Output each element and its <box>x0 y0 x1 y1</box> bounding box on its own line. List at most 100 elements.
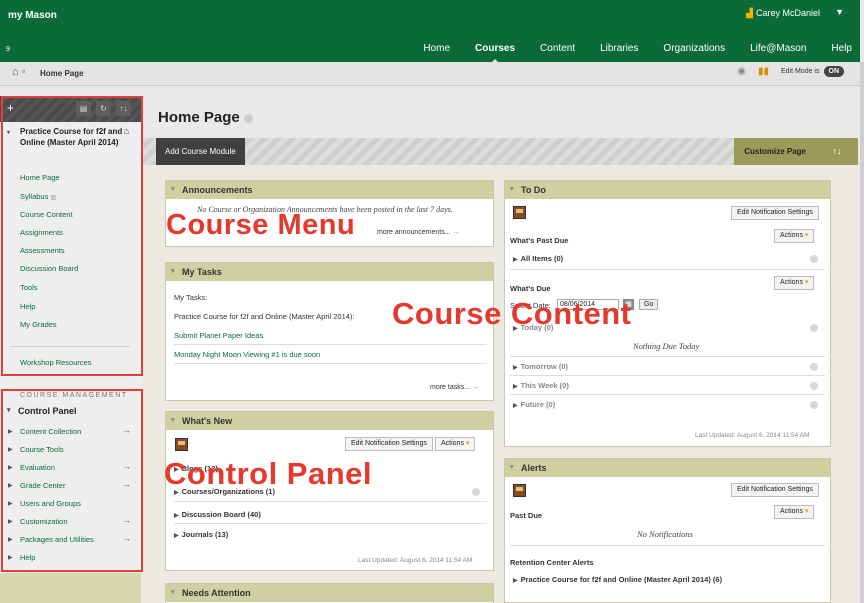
actions-button[interactable]: Actions ▾ <box>774 505 815 519</box>
more-tasks-label: more tasks... <box>430 384 471 391</box>
nav-courses[interactable]: Courses <box>475 43 515 64</box>
announcements-header[interactable]: Announcements <box>166 181 493 199</box>
avatar-icon <box>175 438 188 451</box>
options-circle-icon[interactable] <box>243 113 253 123</box>
divider <box>174 523 487 524</box>
divider <box>510 545 825 546</box>
divider <box>174 501 487 502</box>
home-icon[interactable]: ⌂ ◦ <box>12 66 26 78</box>
list-item[interactable]: ▶ Tomorrow (0) <box>513 362 568 371</box>
whats-due-heading: What's Due <box>510 284 551 293</box>
retention-heading: Retention Center Alerts <box>510 558 594 567</box>
list-item[interactable]: ▶ Discussion Board (40) <box>174 510 261 519</box>
divider <box>510 356 825 357</box>
add-course-module-button[interactable]: Add Course Module <box>156 138 245 165</box>
eye-icon[interactable]: ◉ <box>737 66 746 77</box>
list-item-label: Tomorrow (0) <box>520 362 568 371</box>
task-item[interactable]: Monday Night Moon Viewing #1 is due soon <box>174 350 320 359</box>
dismiss-circle-icon[interactable] <box>810 363 818 371</box>
list-item[interactable]: ▶ Journals (13) <box>174 530 228 539</box>
go-button[interactable]: Go <box>639 299 659 310</box>
list-item-label: Discussion Board (40) <box>181 510 261 519</box>
breadcrumb-page[interactable]: Home Page <box>40 69 84 78</box>
dismiss-circle-icon[interactable] <box>810 324 818 332</box>
list-item-label: Journals (13) <box>181 530 229 539</box>
main-nav: Home Courses Content Libraries Organizat… <box>398 38 852 64</box>
expand-triangle-icon: ▶ <box>513 403 518 409</box>
edit-notification-settings-button[interactable]: Edit Notification Settings <box>731 206 819 220</box>
more-announcements-label: more announcements... <box>377 229 451 236</box>
more-announcements-link[interactable]: more announcements... → <box>377 229 460 236</box>
actions-label: Actions <box>780 279 803 286</box>
user-menu[interactable]: ▟ Carey McDaniel <box>746 8 820 19</box>
expand-triangle-icon: ▶ <box>513 365 518 371</box>
list-item[interactable]: ▶ Practice Course for f2f and Online (Mas… <box>513 575 722 584</box>
list-item-label: Practice Course for f2f and Online (Mast… <box>520 575 723 584</box>
control-panel-annotation: Control Panel <box>164 456 373 491</box>
edit-mode-label: Edit Mode is <box>780 68 820 75</box>
no-notifications: No Notifications <box>637 529 693 539</box>
tasks-label: My Tasks: <box>174 293 208 302</box>
user-dropdown-chevron-icon[interactable]: ▼ <box>835 7 844 17</box>
course-menu-highlight <box>1 96 143 376</box>
dismiss-circle-icon[interactable] <box>810 382 818 390</box>
more-tasks-link[interactable]: more tasks... → <box>430 384 479 391</box>
actions-button[interactable]: Actions ▾ <box>774 276 815 290</box>
actions-label: Actions <box>441 440 464 447</box>
page-title: Home Page <box>158 109 253 126</box>
my-tasks-header[interactable]: My Tasks <box>166 263 493 281</box>
past-due-heading: Past Due <box>510 511 543 520</box>
expand-triangle-icon: ▶ <box>174 533 179 539</box>
actions-label: Actions <box>780 232 803 239</box>
expand-triangle-icon: ▶ <box>513 578 518 584</box>
list-item-label: This Week (0) <box>520 381 569 390</box>
module-toolbar: Add Course Module Customize Page ↑↓ <box>141 138 858 165</box>
actions-label: Actions <box>780 508 803 515</box>
page-title-text: Home Page <box>158 109 240 126</box>
nav-life-at-mason[interactable]: Life@Mason <box>750 43 806 54</box>
top-bar: my Mason ▟ Carey McDaniel ▼ 9 Home Course… <box>0 0 860 64</box>
edit-notification-settings-button[interactable]: Edit Notification Settings <box>345 437 433 451</box>
nav-content[interactable]: Content <box>540 43 575 54</box>
alerts-header[interactable]: Alerts <box>505 459 830 477</box>
list-item[interactable]: ▶ All Items (0) <box>513 254 563 263</box>
nav-libraries[interactable]: Libraries <box>600 43 638 54</box>
nav-organizations[interactable]: Organizations <box>663 43 725 54</box>
sidebar-footer <box>0 573 141 603</box>
customize-page-button[interactable]: Customize Page <box>734 138 816 165</box>
arrow-right-icon: → <box>452 229 460 236</box>
menu-glyph-icon: 9 <box>6 46 10 53</box>
books-icon[interactable]: ▮▮ <box>758 66 769 77</box>
nothing-due-today: Nothing Due Today <box>633 341 700 351</box>
dismiss-circle-icon[interactable] <box>810 401 818 409</box>
page-scrollbar[interactable] <box>860 62 864 603</box>
todo-header[interactable]: To Do <box>505 181 830 199</box>
sort-icon[interactable]: ↑↓ <box>816 138 858 165</box>
blackboard-window: { "header": { "logo": "my Mason", "user"… <box>0 0 864 603</box>
tasks-course: Practice Course for f2f and Online (Mast… <box>174 312 355 321</box>
breadcrumb-bar: ⌂ ◦ Home Page ◉ ▮▮ Edit Mode is ON <box>0 62 860 86</box>
actions-button[interactable]: Actions ▾ <box>774 229 815 243</box>
chevron-down-icon: ▾ <box>804 279 809 286</box>
list-item[interactable]: ▶ Future (0) <box>513 400 555 409</box>
edit-notification-settings-button[interactable]: Edit Notification Settings <box>731 483 819 497</box>
edit-mode-area: ◉ ▮▮ Edit Mode is ON <box>737 66 844 77</box>
arrow-right-icon: → <box>472 384 480 391</box>
mymason-logo[interactable]: my Mason <box>8 10 57 21</box>
dismiss-circle-icon[interactable] <box>472 488 480 496</box>
last-updated: Last Updated: August 6, 2014 11:54 AM <box>695 432 810 439</box>
nav-home[interactable]: Home <box>423 43 450 54</box>
expand-triangle-icon: ▶ <box>513 257 518 263</box>
dismiss-circle-icon[interactable] <box>810 255 818 263</box>
expand-triangle-icon: ▶ <box>174 513 179 519</box>
avatar-icon <box>513 206 526 219</box>
last-updated: Last Updated: August 6, 2014 11:54 AM <box>358 557 473 564</box>
list-item[interactable]: ▶ This Week (0) <box>513 381 569 390</box>
actions-button[interactable]: Actions ▾ <box>435 437 476 451</box>
whats-new-header[interactable]: What's New <box>166 412 493 430</box>
nav-help[interactable]: Help <box>831 43 852 54</box>
edit-mode-toggle[interactable]: ON <box>823 66 844 77</box>
needs-attention-header[interactable]: Needs Attention <box>166 584 493 602</box>
divider <box>510 394 825 395</box>
task-item[interactable]: Submit Planet Paper Ideas <box>174 331 263 340</box>
